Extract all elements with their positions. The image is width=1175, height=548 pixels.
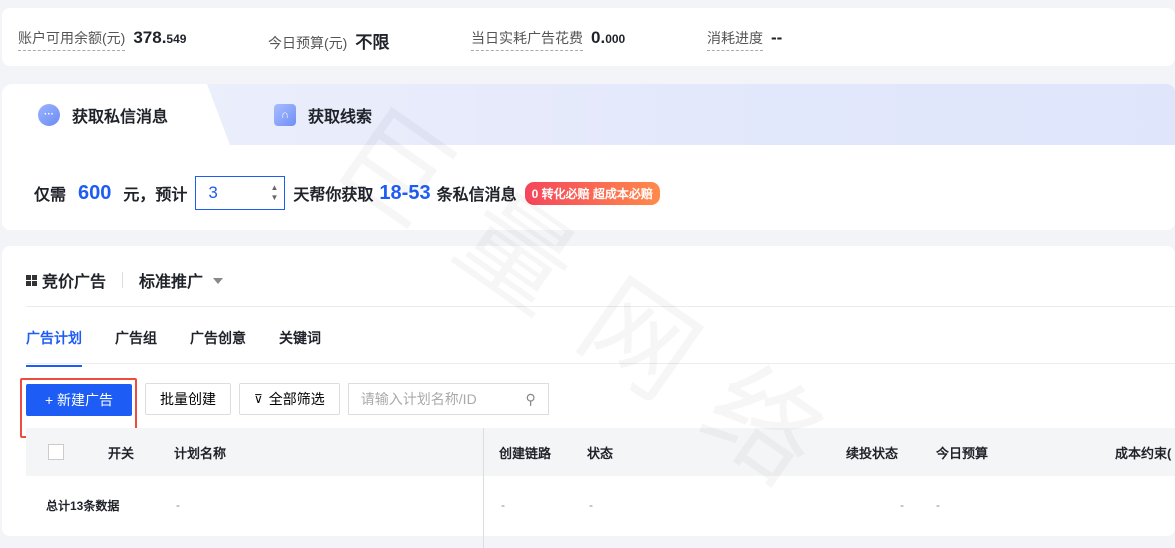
stat-progress: 消耗进度 --	[707, 28, 782, 51]
batch-create-button[interactable]: 批量创建	[145, 383, 231, 415]
tab-private-message[interactable]: ··· 获取私信消息	[2, 84, 230, 145]
text: 条私信消息	[436, 187, 517, 204]
new-ad-button[interactable]: + 新建广告	[26, 384, 132, 416]
table-cell: -	[589, 498, 593, 512]
column-header: 今日预算	[936, 445, 989, 461]
search-input[interactable]: 请输入计划名称/ID ⚲	[347, 383, 549, 415]
table-cell: -	[176, 498, 180, 512]
stat-label[interactable]: 当日实耗广告花费	[471, 28, 583, 51]
column-header: 续投状态	[846, 445, 899, 461]
section-title: 竞价广告	[42, 274, 107, 291]
stat-budget: 今日预算(元) 不限	[268, 28, 389, 55]
stat-label[interactable]: 消耗进度	[707, 28, 763, 51]
column-header: 创建链路	[499, 445, 552, 461]
campaign-table: 开关 计划名称 创建链路 状态 续投状态 今日预算 成本约束( 总计13条数据 …	[26, 428, 1175, 548]
chat-bubble-icon: ···	[38, 103, 60, 126]
search-icon[interactable]: ⚲	[526, 391, 536, 408]
estimate-range: 18-53	[379, 181, 431, 204]
tab-ad-group[interactable]: 广告组	[115, 328, 157, 367]
total-label: 总计13条数据	[46, 498, 120, 513]
stat-value: --	[771, 28, 783, 47]
stat-value: 0.000	[591, 28, 626, 47]
table-cell: -	[900, 498, 904, 512]
filter-button[interactable]: ⊽ 全部筛选	[239, 383, 340, 415]
column-header: 计划名称	[174, 445, 227, 461]
table-row: 总计13条数据 - - - - -	[26, 476, 1175, 534]
amount: 600	[78, 181, 112, 204]
tab-leads[interactable]: ∩ 获取线索	[274, 84, 372, 145]
tab-creative[interactable]: 广告创意	[190, 328, 246, 367]
text: 元，预计	[123, 187, 188, 204]
text: 天帮你获取	[293, 187, 374, 204]
table-header: 开关 计划名称 创建链路 状态 续投状态 今日预算 成本约束(	[26, 428, 1175, 476]
column-header: 成本约束(	[1115, 445, 1172, 461]
divider	[122, 272, 124, 288]
days-stepper[interactable]: 3 ▲ ▼	[195, 176, 286, 210]
column-header: 状态	[587, 445, 614, 461]
caret-down-icon[interactable]	[213, 277, 224, 289]
account-stats-bar: 账户可用余额(元) 378.549 今日预算(元) 不限 当日实耗广告花费 0.000…	[2, 8, 1175, 66]
text: 仅需	[34, 187, 67, 204]
tab-keywords[interactable]: 关键词	[279, 328, 321, 367]
bidding-ads-card: 竞价广告 标准推广 广告计划 广告组 广告创意 关键词 + 新建广告 批量创建 …	[2, 246, 1175, 548]
stat-label: 今日预算(元)	[268, 35, 348, 51]
stat-value: 不限	[355, 33, 390, 52]
divider	[26, 363, 1175, 364]
column-divider	[483, 428, 484, 548]
promotion-card: ··· 获取私信消息 ∩ 获取线索 仅需 600 元，预计 3 ▲ ▼ 天帮你获取 18…	[2, 84, 1175, 230]
filter-icon: ⊽	[254, 392, 263, 406]
tab-campaign[interactable]: 广告计划	[26, 328, 82, 367]
mode-dropdown[interactable]: 标准推广	[139, 268, 203, 292]
select-all-checkbox[interactable]	[48, 444, 64, 460]
column-header: 开关	[108, 445, 135, 461]
guarantee-badge: 0 转化必赔 超成本必赔	[524, 181, 660, 205]
stepper-arrows-icon[interactable]: ▲ ▼	[270, 183, 278, 203]
stat-balance: 账户可用余额(元) 378.549	[18, 28, 186, 51]
stat-value: 378.549	[133, 28, 187, 47]
table-cell: -	[501, 498, 505, 512]
stat-spend: 当日实耗广告花费 0.000	[471, 28, 625, 51]
ad-tabs: 广告计划 广告组 广告创意 关键词	[26, 328, 354, 367]
dashboard-icon	[26, 274, 37, 286]
table-cell: -	[936, 498, 940, 512]
stat-label[interactable]: 账户可用余额(元)	[18, 28, 126, 51]
folder-icon: ∩	[274, 103, 296, 126]
divider	[26, 306, 1175, 307]
estimate-line: 仅需 600 元，预计 3 ▲ ▼ 天帮你获取 18-53 条私信消息 0 转化必赔…	[34, 176, 660, 210]
